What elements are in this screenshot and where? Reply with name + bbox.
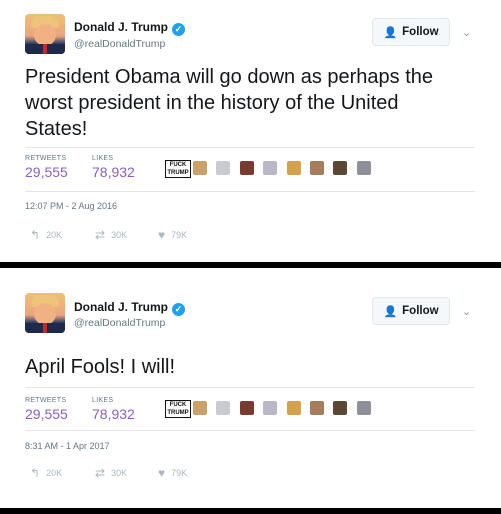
- liker-avatar[interactable]: [333, 401, 347, 415]
- follow-person-icon: 👤: [383, 305, 398, 318]
- verified-badge-icon: ✓: [172, 303, 186, 316]
- display-name[interactable]: Donald J. Trump ✓: [74, 300, 186, 316]
- likes-label: LIKES: [92, 397, 114, 404]
- liker-avatar[interactable]: [193, 161, 207, 175]
- liker-avatar-fuck-trump[interactable]: FUCK TRUMP: [165, 160, 191, 178]
- divider: [25, 430, 475, 431]
- liker-avatar[interactable]: [357, 401, 371, 415]
- retweet-button[interactable]: ⇄ 30K: [95, 466, 127, 480]
- verified-badge-icon: ✓: [172, 23, 186, 36]
- liker-avatar[interactable]: [263, 401, 277, 415]
- liker-avatar[interactable]: [357, 161, 371, 175]
- tweet-text: President Obama will go down as perhaps …: [25, 66, 434, 140]
- chevron-down-icon[interactable]: ⌄: [462, 305, 471, 318]
- retweets-label: RETWEETS: [25, 397, 67, 404]
- retweets-label: RETWEETS: [25, 155, 67, 162]
- avatar[interactable]: [25, 14, 65, 54]
- display-name[interactable]: Donald J. Trump ✓: [74, 20, 186, 36]
- liker-avatar[interactable]: [193, 401, 207, 415]
- liker-avatar[interactable]: [287, 401, 301, 415]
- retweet-button[interactable]: ⇄ 30K: [95, 228, 127, 242]
- retweet-icon: ⇄: [95, 228, 106, 242]
- liker-avatar[interactable]: [333, 161, 347, 175]
- tweet-card-1: Donald J. Trump ✓ @realDonaldTrump 👤 Foll…: [0, 0, 501, 262]
- heart-icon: ♥: [158, 228, 166, 242]
- reply-button[interactable]: ↰ 20K: [30, 228, 62, 242]
- likes-count[interactable]: 78,932: [92, 406, 135, 422]
- like-button[interactable]: ♥ 79K: [158, 228, 187, 242]
- chevron-down-icon[interactable]: ⌄: [462, 26, 471, 39]
- liker-avatar[interactable]: [310, 161, 324, 175]
- liker-avatar[interactable]: [287, 161, 301, 175]
- username[interactable]: @realDonaldTrump: [74, 317, 165, 329]
- retweets-count[interactable]: 29,555: [25, 164, 68, 180]
- reply-icon: ↰: [30, 228, 41, 242]
- divider: [25, 191, 475, 192]
- liker-avatar[interactable]: [240, 401, 254, 415]
- follow-button[interactable]: 👤 Follow: [372, 18, 450, 46]
- avatar[interactable]: [25, 293, 65, 333]
- likes-label: LIKES: [92, 155, 114, 162]
- reply-button[interactable]: ↰ 20K: [30, 466, 62, 480]
- separator-bar: [0, 508, 501, 514]
- retweet-icon: ⇄: [95, 466, 106, 480]
- username[interactable]: @realDonaldTrump: [74, 38, 165, 50]
- liker-avatar[interactable]: [240, 161, 254, 175]
- reply-icon: ↰: [30, 466, 41, 480]
- like-button[interactable]: ♥ 79K: [158, 466, 187, 480]
- liker-avatar[interactable]: [216, 401, 230, 415]
- timestamp[interactable]: 12:07 PM - 2 Aug 2016: [25, 201, 117, 211]
- heart-icon: ♥: [158, 466, 166, 480]
- divider: [25, 387, 475, 388]
- divider: [25, 147, 475, 148]
- liker-avatar[interactable]: [216, 161, 230, 175]
- liker-avatar[interactable]: [263, 161, 277, 175]
- timestamp[interactable]: 8:31 AM - 1 Apr 2017: [25, 441, 110, 451]
- likes-count[interactable]: 78,932: [92, 164, 135, 180]
- liker-avatar-fuck-trump[interactable]: FUCK TRUMP: [165, 400, 191, 418]
- tweet-card-2: Donald J. Trump ✓ @realDonaldTrump 👤 Foll…: [0, 268, 501, 508]
- retweets-count[interactable]: 29,555: [25, 406, 68, 422]
- liker-avatar[interactable]: [310, 401, 324, 415]
- follow-button[interactable]: 👤 Follow: [372, 297, 450, 325]
- follow-person-icon: 👤: [383, 26, 398, 39]
- tweet-text: April Fools! I will!: [25, 356, 176, 378]
